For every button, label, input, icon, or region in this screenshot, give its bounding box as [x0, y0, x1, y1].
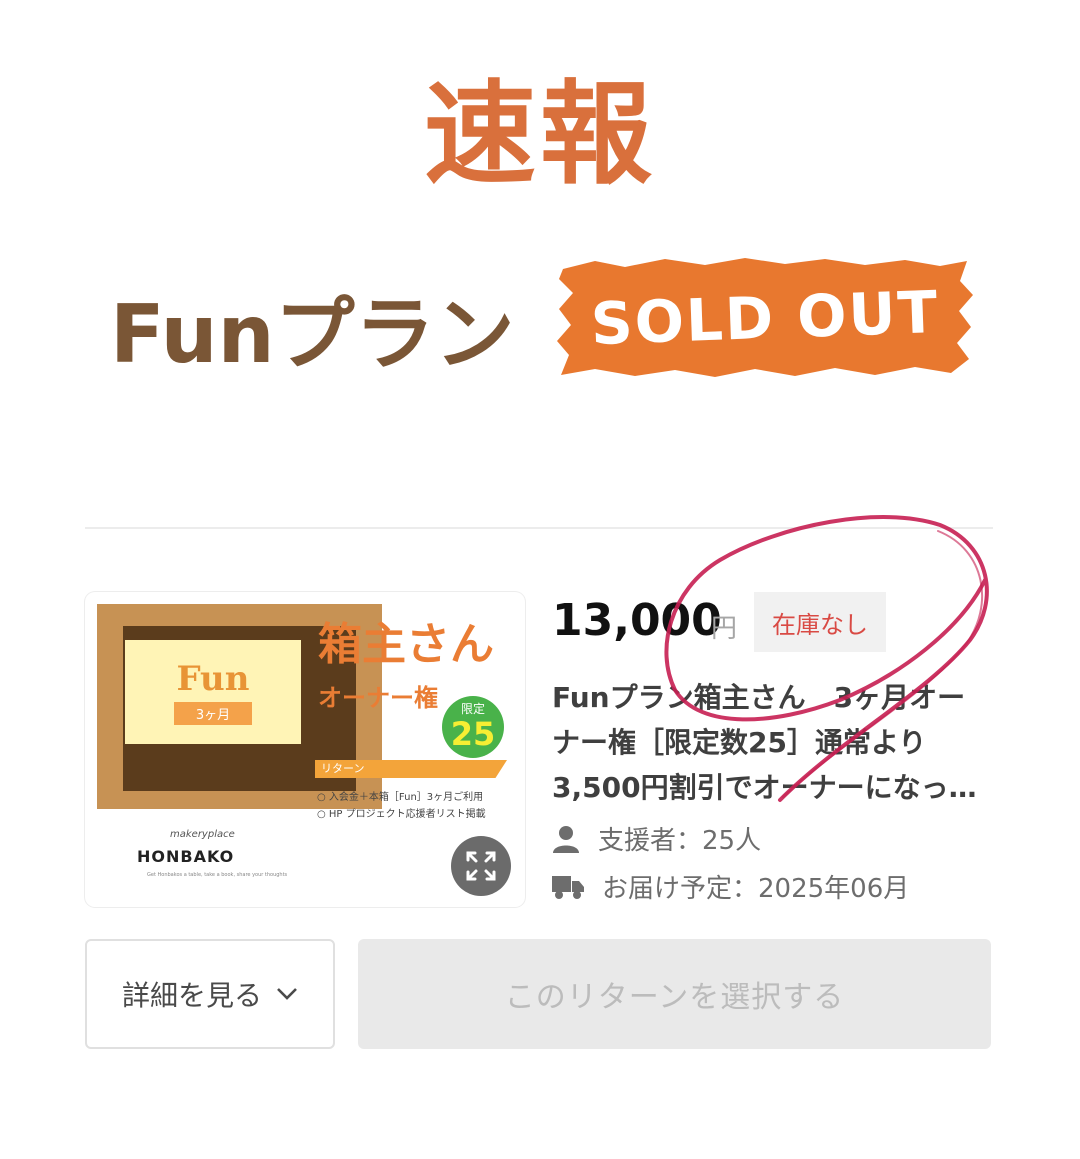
delivery-row: お届け予定：2025年06月: [552, 868, 909, 905]
view-details-label: 詳細を見る: [121, 979, 262, 1012]
plan-title: Funプラン: [110, 288, 515, 381]
price: 13,000: [552, 595, 722, 646]
delivery-date: お届け予定：2025年06月: [602, 874, 910, 904]
return-description: Funプラン箱主さん 3ヶ月オーナー権［限定数25］通常より3,500円割引でオ…: [552, 681, 977, 804]
fun-card: Fun 3ヶ月: [125, 640, 301, 744]
divider: [85, 527, 993, 529]
thumbnail-subtitle: オーナー権: [318, 684, 438, 712]
fun-word: Fun: [176, 658, 250, 699]
supporters-row: 支援者：25人: [552, 820, 761, 857]
headline: 速報: [424, 70, 656, 200]
expand-image-button[interactable]: [451, 836, 511, 896]
stock-status-badge: 在庫なし: [754, 592, 886, 652]
thumbnail-title: 箱主さん: [318, 619, 494, 670]
return-thumbnail[interactable]: Fun 3ヶ月 箱主さん オーナー権 限定 25 リターン ○ 入会金＋本箱［F…: [85, 592, 525, 907]
expand-icon: [466, 851, 496, 881]
brand-tagline: Get Honbakos a table, take a book, share…: [147, 872, 288, 878]
chevron-down-icon: [277, 988, 297, 1000]
brand-script: makeryplace: [170, 829, 235, 840]
sold-out-label: SOLD OUT: [589, 277, 941, 358]
return-item: ○ 入会金＋本箱［Fun］3ヶ月ご利用: [317, 792, 484, 803]
person-icon: [553, 825, 579, 853]
supporters-count: 支援者：25人: [598, 826, 762, 856]
currency-unit: 円: [711, 614, 738, 644]
sold-out-banner: SOLD OUT: [555, 255, 975, 380]
fun-duration-tag: 3ヶ月: [173, 701, 253, 725]
return-item: ○ HP プロジェクト応援者リスト掲載: [317, 809, 486, 820]
limit-badge: 限定 25: [442, 696, 504, 758]
truck-icon: [552, 875, 584, 899]
view-details-button[interactable]: 詳細を見る: [85, 939, 335, 1049]
return-ribbon: リターン: [315, 760, 507, 778]
brand-logo: HONBAKO: [137, 847, 235, 866]
select-return-button[interactable]: このリターンを選択する: [358, 939, 991, 1049]
